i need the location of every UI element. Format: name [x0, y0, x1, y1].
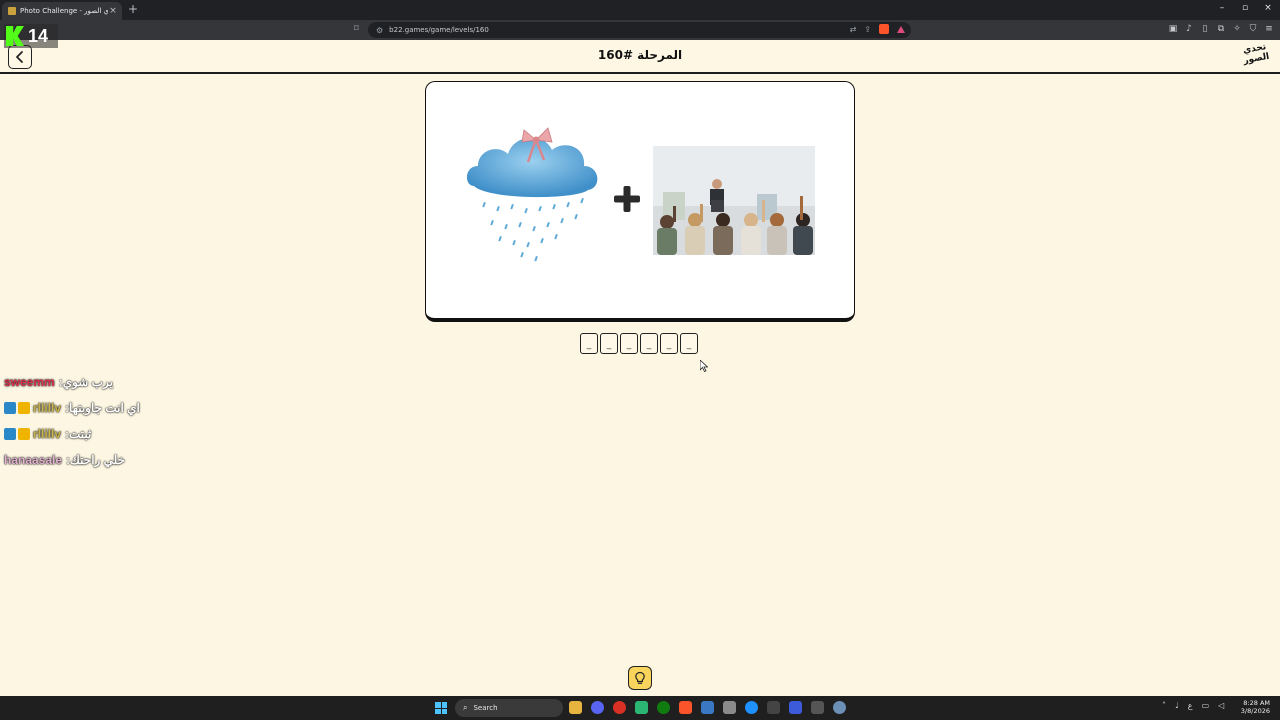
answer-slots: _ _ _ _ _ _ — [580, 333, 698, 354]
chat-message: hanaasale : خلي راحتك — [4, 447, 140, 473]
new-tab-button[interactable]: + — [127, 2, 139, 16]
microphone-icon[interactable]: ♩ — [1175, 701, 1179, 710]
taskbar-clock[interactable]: 8:28 AM 3/8/2026 — [1241, 699, 1270, 715]
clock-date: 3/8/2026 — [1240, 707, 1270, 715]
answer-slot[interactable]: _ — [620, 333, 638, 354]
xbox-icon[interactable] — [657, 701, 670, 714]
puzzle-card — [425, 81, 855, 322]
chat-message: rllillv : اي انت جاوبتها — [4, 395, 140, 421]
plus-icon — [614, 186, 640, 212]
chat-username: sweemm — [4, 375, 55, 389]
screen: Photo Challenge - تحدي الصور × + – ▫ × ⌑… — [0, 0, 1280, 720]
close-window-button[interactable]: × — [1261, 3, 1275, 13]
moderator-badge-icon — [4, 428, 16, 440]
browser-tab[interactable]: Photo Challenge - تحدي الصور × — [2, 2, 122, 20]
toolbar-actions: ▣ ♪ ▯ ⧉ ✧ ⛉ ≡ — [1168, 24, 1274, 34]
minimize-button[interactable]: – — [1215, 3, 1229, 13]
system-tray: ˄ ♩ ع ▭ ◁ — [1162, 701, 1224, 710]
address-bar[interactable]: ⚙ b22.games/game/levels/160 ⇄ ⇪ — [368, 22, 911, 38]
chat-message: rllillv : ثبتت — [4, 421, 140, 447]
hint-button[interactable] — [628, 666, 652, 690]
chat-text: اي انت جاوبتها — [69, 401, 140, 415]
level-title: المرحلة #160 — [597, 48, 683, 62]
viewer-count: 14 — [28, 25, 49, 46]
site-info-icon[interactable]: ⚙ — [376, 26, 383, 35]
site-logo[interactable]: تحدي الصور — [1240, 42, 1272, 72]
security-icon[interactable] — [701, 701, 714, 714]
language-indicator[interactable]: ع — [1188, 701, 1193, 710]
file-explorer-icon[interactable] — [569, 701, 582, 714]
app-icon[interactable] — [789, 701, 802, 714]
media-icon[interactable]: ♪ — [1184, 24, 1194, 34]
chat-text: يرب شوي — [62, 375, 113, 389]
stream-chat: sweemm : يرب شوي rllillv : اي انت جاوبته… — [4, 369, 140, 473]
brave-rewards-icon[interactable] — [897, 25, 905, 33]
mouse-cursor-icon — [700, 360, 708, 372]
app-icon[interactable] — [811, 701, 824, 714]
wallet-icon[interactable]: ▣ — [1168, 24, 1178, 34]
moderator-badge-icon — [4, 402, 16, 414]
epic-games-icon[interactable] — [767, 701, 780, 714]
answer-slot[interactable]: _ — [600, 333, 618, 354]
chat-username: rllillv — [33, 427, 62, 441]
maximize-button[interactable]: ▫ — [1238, 3, 1252, 13]
vpn-icon[interactable]: ⛉ — [1248, 24, 1258, 34]
chevron-left-icon — [16, 51, 23, 63]
edge-icon[interactable] — [745, 701, 758, 714]
search-icon: ⌕ — [463, 703, 468, 712]
audience-illustration — [653, 146, 815, 255]
menu-icon[interactable]: ≡ — [1264, 24, 1274, 34]
network-icon[interactable]: ▭ — [1202, 701, 1210, 710]
split-view-icon[interactable]: ⧉ — [1216, 24, 1226, 34]
tab-favicon-icon — [8, 7, 16, 15]
extensions-icon[interactable]: ✧ — [1232, 24, 1242, 34]
translate-icon[interactable]: ⇄ — [850, 25, 857, 34]
tray-overflow-icon[interactable]: ˄ — [1162, 701, 1166, 710]
tab-title: Photo Challenge - تحدي الصور — [20, 7, 108, 15]
clock-time: 8:28 AM — [1243, 699, 1270, 707]
url-text: b22.games/game/levels/160 — [389, 26, 489, 34]
tab-close-icon[interactable]: × — [108, 6, 118, 16]
chat-username: rllillv — [33, 401, 62, 415]
volume-icon[interactable]: ◁ — [1218, 701, 1224, 710]
sidebar-icon[interactable]: ▯ — [1200, 24, 1210, 34]
chat-username: hanaasale — [4, 453, 63, 467]
rain-cloud-image — [466, 127, 598, 262]
app-icon[interactable] — [635, 701, 648, 714]
windows-start-icon[interactable] — [435, 702, 447, 714]
stream-overlay: 14 — [4, 24, 58, 48]
taskbar-search-label: Search — [473, 704, 498, 712]
taskbar-search[interactable]: ⌕ Search — [455, 699, 563, 717]
discord-icon[interactable] — [591, 701, 604, 714]
browser-toolbar: ⌑ ⚙ b22.games/game/levels/160 ⇄ ⇪ ▣ ♪ ▯ … — [0, 20, 1280, 40]
vip-badge-icon — [18, 402, 30, 414]
answer-slot[interactable]: _ — [580, 333, 598, 354]
settings-icon[interactable] — [833, 701, 846, 714]
lightbulb-icon — [635, 671, 645, 684]
site-header: المرحلة #160 تحدي الصور — [0, 40, 1280, 74]
audience-photo — [653, 146, 815, 255]
chat-message: sweemm : يرب شوي — [4, 369, 140, 395]
brave-icon[interactable] — [679, 701, 692, 714]
vip-badge-icon — [18, 428, 30, 440]
kick-logo-icon — [6, 26, 24, 46]
tool-icon[interactable] — [723, 701, 736, 714]
browser-tab-bar: Photo Challenge - تحدي الصور × + – ▫ × — [0, 0, 1280, 20]
answer-slot[interactable]: _ — [680, 333, 698, 354]
answer-slot[interactable]: _ — [640, 333, 658, 354]
address-bar-actions: ⇄ ⇪ — [850, 24, 905, 34]
answer-slot[interactable]: _ — [660, 333, 678, 354]
chat-text: ثبتت — [69, 427, 92, 441]
chat-text: خلي راحتك — [70, 453, 126, 467]
bookmark-icon[interactable]: ⌑ — [354, 24, 359, 34]
share-icon[interactable]: ⇪ — [864, 25, 871, 34]
taskbar: ⌕ Search ˄ ♩ ع ▭ ◁ 8:28 AM 3/8/2026 — [0, 696, 1280, 720]
back-button[interactable] — [8, 45, 32, 69]
chrome-icon[interactable] — [613, 701, 626, 714]
brave-shields-icon[interactable] — [879, 24, 889, 34]
